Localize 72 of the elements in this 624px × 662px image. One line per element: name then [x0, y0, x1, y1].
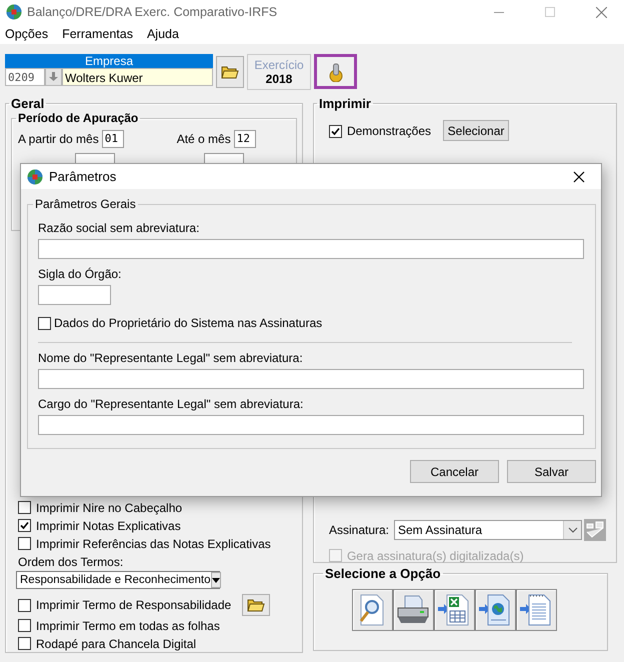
menu-item[interactable]: Ferramentas [62, 27, 133, 41]
checkbox[interactable] [18, 519, 31, 532]
globe-export-button[interactable] [474, 589, 516, 631]
checkbox-label: Dados do Proprietário do Sistema nas Assinaturas [54, 316, 322, 330]
checkbox-label: Imprimir Notas Explicativas [36, 518, 181, 532]
group-title: Parâmetros Gerais [34, 197, 137, 211]
group-title: Imprimir [318, 96, 372, 111]
checkbox-label: Imprimir Termo em todas as folhas [36, 618, 220, 632]
window-title: Balanço/DRE/DRA Exerc. Comparativo-IRFS [27, 5, 278, 19]
checkbox-label: Imprimir Nire no Cabeçalho [36, 500, 182, 514]
folder-icon [221, 64, 239, 80]
spreadsheet-export-button[interactable] [434, 589, 475, 631]
input-field[interactable] [38, 239, 584, 259]
checkbox[interactable] [328, 124, 342, 138]
document-export-button[interactable] [516, 589, 557, 631]
chevron-down-icon [568, 527, 578, 533]
checkbox[interactable] [18, 537, 31, 550]
down-arrow-icon [49, 72, 58, 82]
folder-button[interactable] [242, 594, 270, 616]
field-label: Nome do "Representante Legal" sem abreviatura: [38, 351, 304, 365]
exercise-label: Exercício [254, 58, 304, 72]
checkbox-label: Demonstrações [346, 124, 432, 138]
group-title: Geral [10, 96, 46, 111]
input-field[interactable] [38, 415, 584, 435]
signature-dropdown[interactable]: Sem Assinatura [394, 520, 582, 540]
company-code-field[interactable]: 0209 [5, 68, 45, 86]
menu-item[interactable]: Ajuda [146, 27, 179, 41]
input-field[interactable] [38, 285, 111, 305]
dialog-button[interactable]: Salvar [507, 460, 596, 483]
month-field[interactable]: 12 [234, 130, 256, 148]
caret-icon [212, 578, 220, 582]
app-icon [6, 4, 22, 20]
checkbox-label: Gera assinatura(s) digitalizada(s) [346, 548, 524, 562]
magnifier-document-button[interactable] [352, 589, 393, 631]
close-icon [596, 6, 606, 18]
app-icon [27, 168, 43, 184]
company-name-field[interactable]: Wolters Kuwer [62, 68, 213, 86]
group-title: Selecione a Opção [324, 566, 442, 581]
select-button[interactable]: Selecionar [443, 120, 510, 141]
field-label: Ordem dos Termos: [18, 555, 124, 569]
folder-icon [247, 598, 266, 612]
printer-button[interactable] [392, 589, 434, 631]
field-label: Razão social sem abreviatura: [38, 221, 200, 235]
checkbox[interactable] [38, 316, 51, 330]
checkbox-label: Rodapé para Chancela Digital [36, 636, 196, 650]
exercise-year: 2018 [266, 72, 292, 86]
dialog-title: Parâmetros [49, 169, 118, 184]
signature-icon[interactable] [584, 519, 606, 541]
download-button[interactable] [45, 68, 62, 86]
lever-icon [326, 62, 344, 82]
field-label: Sigla do Órgão: [38, 267, 122, 281]
maximize-icon [545, 7, 555, 17]
checkbox[interactable] [18, 501, 31, 514]
checkbox[interactable] [18, 619, 31, 632]
order-dropdown[interactable]: Responsabilidade e Reconhecimento [16, 571, 220, 589]
group-title: Período de Apuração [17, 111, 140, 125]
settings-button[interactable] [314, 54, 357, 89]
month-field[interactable]: 01 [102, 130, 124, 148]
company-header: Empresa [5, 54, 213, 68]
menu-item[interactable]: Opções [5, 27, 48, 41]
checkbox-label: Imprimir Termo de Responsabilidade [36, 598, 232, 612]
field-label: Até o mês [176, 132, 231, 146]
field-label: Cargo do "Representante Legal" sem abreviatura: [38, 397, 304, 411]
checkbox[interactable] [18, 637, 31, 650]
field-label: Assinatura: [328, 523, 389, 537]
checkbox-label: Imprimir Referências das Notas Explicativas [36, 536, 271, 550]
input-field[interactable] [38, 369, 584, 389]
field-label: A partir do mês [18, 132, 99, 146]
close-icon [573, 170, 585, 182]
open-folder-button[interactable] [216, 56, 244, 88]
checkbox[interactable] [18, 598, 31, 612]
dialog-button[interactable]: Cancelar [410, 460, 499, 483]
